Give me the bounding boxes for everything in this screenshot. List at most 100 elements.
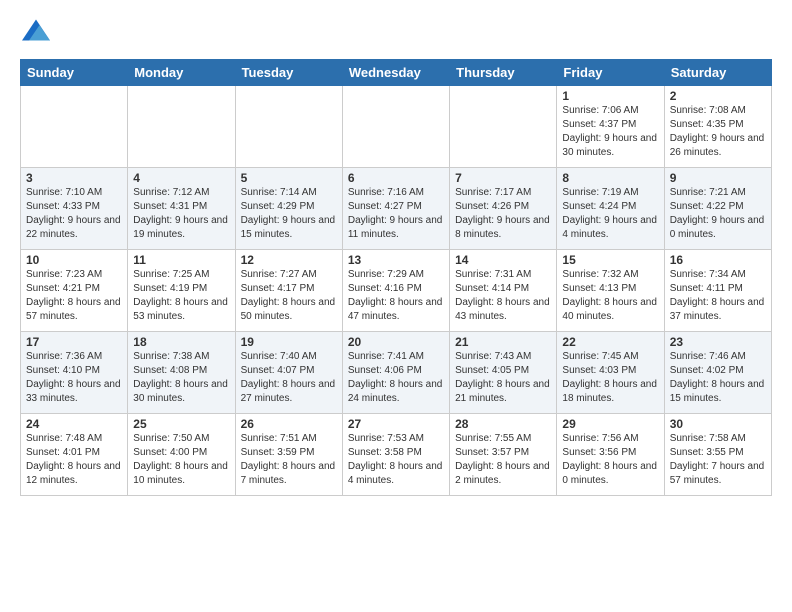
day-number: 29 [562,417,658,431]
day-info: Sunrise: 7:40 AM Sunset: 4:07 PM Dayligh… [241,350,337,406]
calendar-cell: 24Sunrise: 7:48 AM Sunset: 4:01 PM Dayli… [21,414,128,496]
day-info: Sunrise: 7:45 AM Sunset: 4:03 PM Dayligh… [562,350,658,406]
logo [20,16,50,49]
day-info: Sunrise: 7:10 AM Sunset: 4:33 PM Dayligh… [26,186,122,242]
day-number: 1 [562,89,658,103]
day-number: 11 [133,253,229,267]
day-number: 16 [670,253,766,267]
day-info: Sunrise: 7:27 AM Sunset: 4:17 PM Dayligh… [241,268,337,324]
calendar-cell: 20Sunrise: 7:41 AM Sunset: 4:06 PM Dayli… [342,332,449,414]
day-info: Sunrise: 7:43 AM Sunset: 4:05 PM Dayligh… [455,350,551,406]
day-info: Sunrise: 7:25 AM Sunset: 4:19 PM Dayligh… [133,268,229,324]
day-info: Sunrise: 7:17 AM Sunset: 4:26 PM Dayligh… [455,186,551,242]
day-info: Sunrise: 7:41 AM Sunset: 4:06 PM Dayligh… [348,350,444,406]
calendar-cell: 6Sunrise: 7:16 AM Sunset: 4:27 PM Daylig… [342,168,449,250]
day-number: 27 [348,417,444,431]
day-number: 24 [26,417,122,431]
day-info: Sunrise: 7:38 AM Sunset: 4:08 PM Dayligh… [133,350,229,406]
day-number: 15 [562,253,658,267]
day-number: 2 [670,89,766,103]
day-number: 5 [241,171,337,185]
day-number: 17 [26,335,122,349]
calendar: SundayMondayTuesdayWednesdayThursdayFrid… [20,59,772,496]
day-info: Sunrise: 7:19 AM Sunset: 4:24 PM Dayligh… [562,186,658,242]
day-info: Sunrise: 7:31 AM Sunset: 4:14 PM Dayligh… [455,268,551,324]
page: SundayMondayTuesdayWednesdayThursdayFrid… [0,0,792,506]
calendar-cell: 21Sunrise: 7:43 AM Sunset: 4:05 PM Dayli… [450,332,557,414]
calendar-cell: 17Sunrise: 7:36 AM Sunset: 4:10 PM Dayli… [21,332,128,414]
day-number: 19 [241,335,337,349]
calendar-cell [342,86,449,168]
calendar-cell: 8Sunrise: 7:19 AM Sunset: 4:24 PM Daylig… [557,168,664,250]
day-info: Sunrise: 7:06 AM Sunset: 4:37 PM Dayligh… [562,104,658,160]
calendar-cell: 19Sunrise: 7:40 AM Sunset: 4:07 PM Dayli… [235,332,342,414]
day-info: Sunrise: 7:21 AM Sunset: 4:22 PM Dayligh… [670,186,766,242]
day-info: Sunrise: 7:51 AM Sunset: 3:59 PM Dayligh… [241,432,337,488]
day-info: Sunrise: 7:58 AM Sunset: 3:55 PM Dayligh… [670,432,766,488]
calendar-cell [450,86,557,168]
logo-icon [22,16,50,44]
day-number: 28 [455,417,551,431]
day-number: 22 [562,335,658,349]
calendar-cell: 30Sunrise: 7:58 AM Sunset: 3:55 PM Dayli… [664,414,771,496]
calendar-cell: 1Sunrise: 7:06 AM Sunset: 4:37 PM Daylig… [557,86,664,168]
day-info: Sunrise: 7:14 AM Sunset: 4:29 PM Dayligh… [241,186,337,242]
day-number: 14 [455,253,551,267]
day-info: Sunrise: 7:23 AM Sunset: 4:21 PM Dayligh… [26,268,122,324]
calendar-cell: 25Sunrise: 7:50 AM Sunset: 4:00 PM Dayli… [128,414,235,496]
weekday-header: Tuesday [235,60,342,86]
day-number: 6 [348,171,444,185]
calendar-cell: 23Sunrise: 7:46 AM Sunset: 4:02 PM Dayli… [664,332,771,414]
calendar-cell: 7Sunrise: 7:17 AM Sunset: 4:26 PM Daylig… [450,168,557,250]
calendar-cell: 26Sunrise: 7:51 AM Sunset: 3:59 PM Dayli… [235,414,342,496]
day-info: Sunrise: 7:53 AM Sunset: 3:58 PM Dayligh… [348,432,444,488]
day-number: 10 [26,253,122,267]
day-number: 9 [670,171,766,185]
day-number: 21 [455,335,551,349]
calendar-cell: 12Sunrise: 7:27 AM Sunset: 4:17 PM Dayli… [235,250,342,332]
calendar-cell: 11Sunrise: 7:25 AM Sunset: 4:19 PM Dayli… [128,250,235,332]
calendar-cell: 14Sunrise: 7:31 AM Sunset: 4:14 PM Dayli… [450,250,557,332]
weekday-header: Wednesday [342,60,449,86]
weekday-header: Monday [128,60,235,86]
calendar-cell: 2Sunrise: 7:08 AM Sunset: 4:35 PM Daylig… [664,86,771,168]
day-number: 23 [670,335,766,349]
calendar-cell [128,86,235,168]
day-info: Sunrise: 7:46 AM Sunset: 4:02 PM Dayligh… [670,350,766,406]
weekday-header: Friday [557,60,664,86]
day-number: 7 [455,171,551,185]
day-info: Sunrise: 7:29 AM Sunset: 4:16 PM Dayligh… [348,268,444,324]
calendar-cell: 16Sunrise: 7:34 AM Sunset: 4:11 PM Dayli… [664,250,771,332]
calendar-cell [21,86,128,168]
header [20,16,772,49]
calendar-cell: 29Sunrise: 7:56 AM Sunset: 3:56 PM Dayli… [557,414,664,496]
day-number: 18 [133,335,229,349]
day-info: Sunrise: 7:12 AM Sunset: 4:31 PM Dayligh… [133,186,229,242]
day-number: 25 [133,417,229,431]
calendar-cell: 9Sunrise: 7:21 AM Sunset: 4:22 PM Daylig… [664,168,771,250]
day-info: Sunrise: 7:32 AM Sunset: 4:13 PM Dayligh… [562,268,658,324]
calendar-cell: 18Sunrise: 7:38 AM Sunset: 4:08 PM Dayli… [128,332,235,414]
day-number: 8 [562,171,658,185]
day-number: 4 [133,171,229,185]
day-number: 30 [670,417,766,431]
day-info: Sunrise: 7:48 AM Sunset: 4:01 PM Dayligh… [26,432,122,488]
day-info: Sunrise: 7:50 AM Sunset: 4:00 PM Dayligh… [133,432,229,488]
weekday-header: Saturday [664,60,771,86]
day-info: Sunrise: 7:16 AM Sunset: 4:27 PM Dayligh… [348,186,444,242]
day-info: Sunrise: 7:08 AM Sunset: 4:35 PM Dayligh… [670,104,766,160]
day-number: 3 [26,171,122,185]
calendar-cell: 27Sunrise: 7:53 AM Sunset: 3:58 PM Dayli… [342,414,449,496]
day-info: Sunrise: 7:55 AM Sunset: 3:57 PM Dayligh… [455,432,551,488]
calendar-cell: 3Sunrise: 7:10 AM Sunset: 4:33 PM Daylig… [21,168,128,250]
day-number: 13 [348,253,444,267]
weekday-header: Thursday [450,60,557,86]
calendar-cell: 4Sunrise: 7:12 AM Sunset: 4:31 PM Daylig… [128,168,235,250]
weekday-header: Sunday [21,60,128,86]
calendar-cell: 10Sunrise: 7:23 AM Sunset: 4:21 PM Dayli… [21,250,128,332]
calendar-cell: 5Sunrise: 7:14 AM Sunset: 4:29 PM Daylig… [235,168,342,250]
calendar-cell: 15Sunrise: 7:32 AM Sunset: 4:13 PM Dayli… [557,250,664,332]
day-info: Sunrise: 7:36 AM Sunset: 4:10 PM Dayligh… [26,350,122,406]
day-number: 12 [241,253,337,267]
calendar-cell [235,86,342,168]
